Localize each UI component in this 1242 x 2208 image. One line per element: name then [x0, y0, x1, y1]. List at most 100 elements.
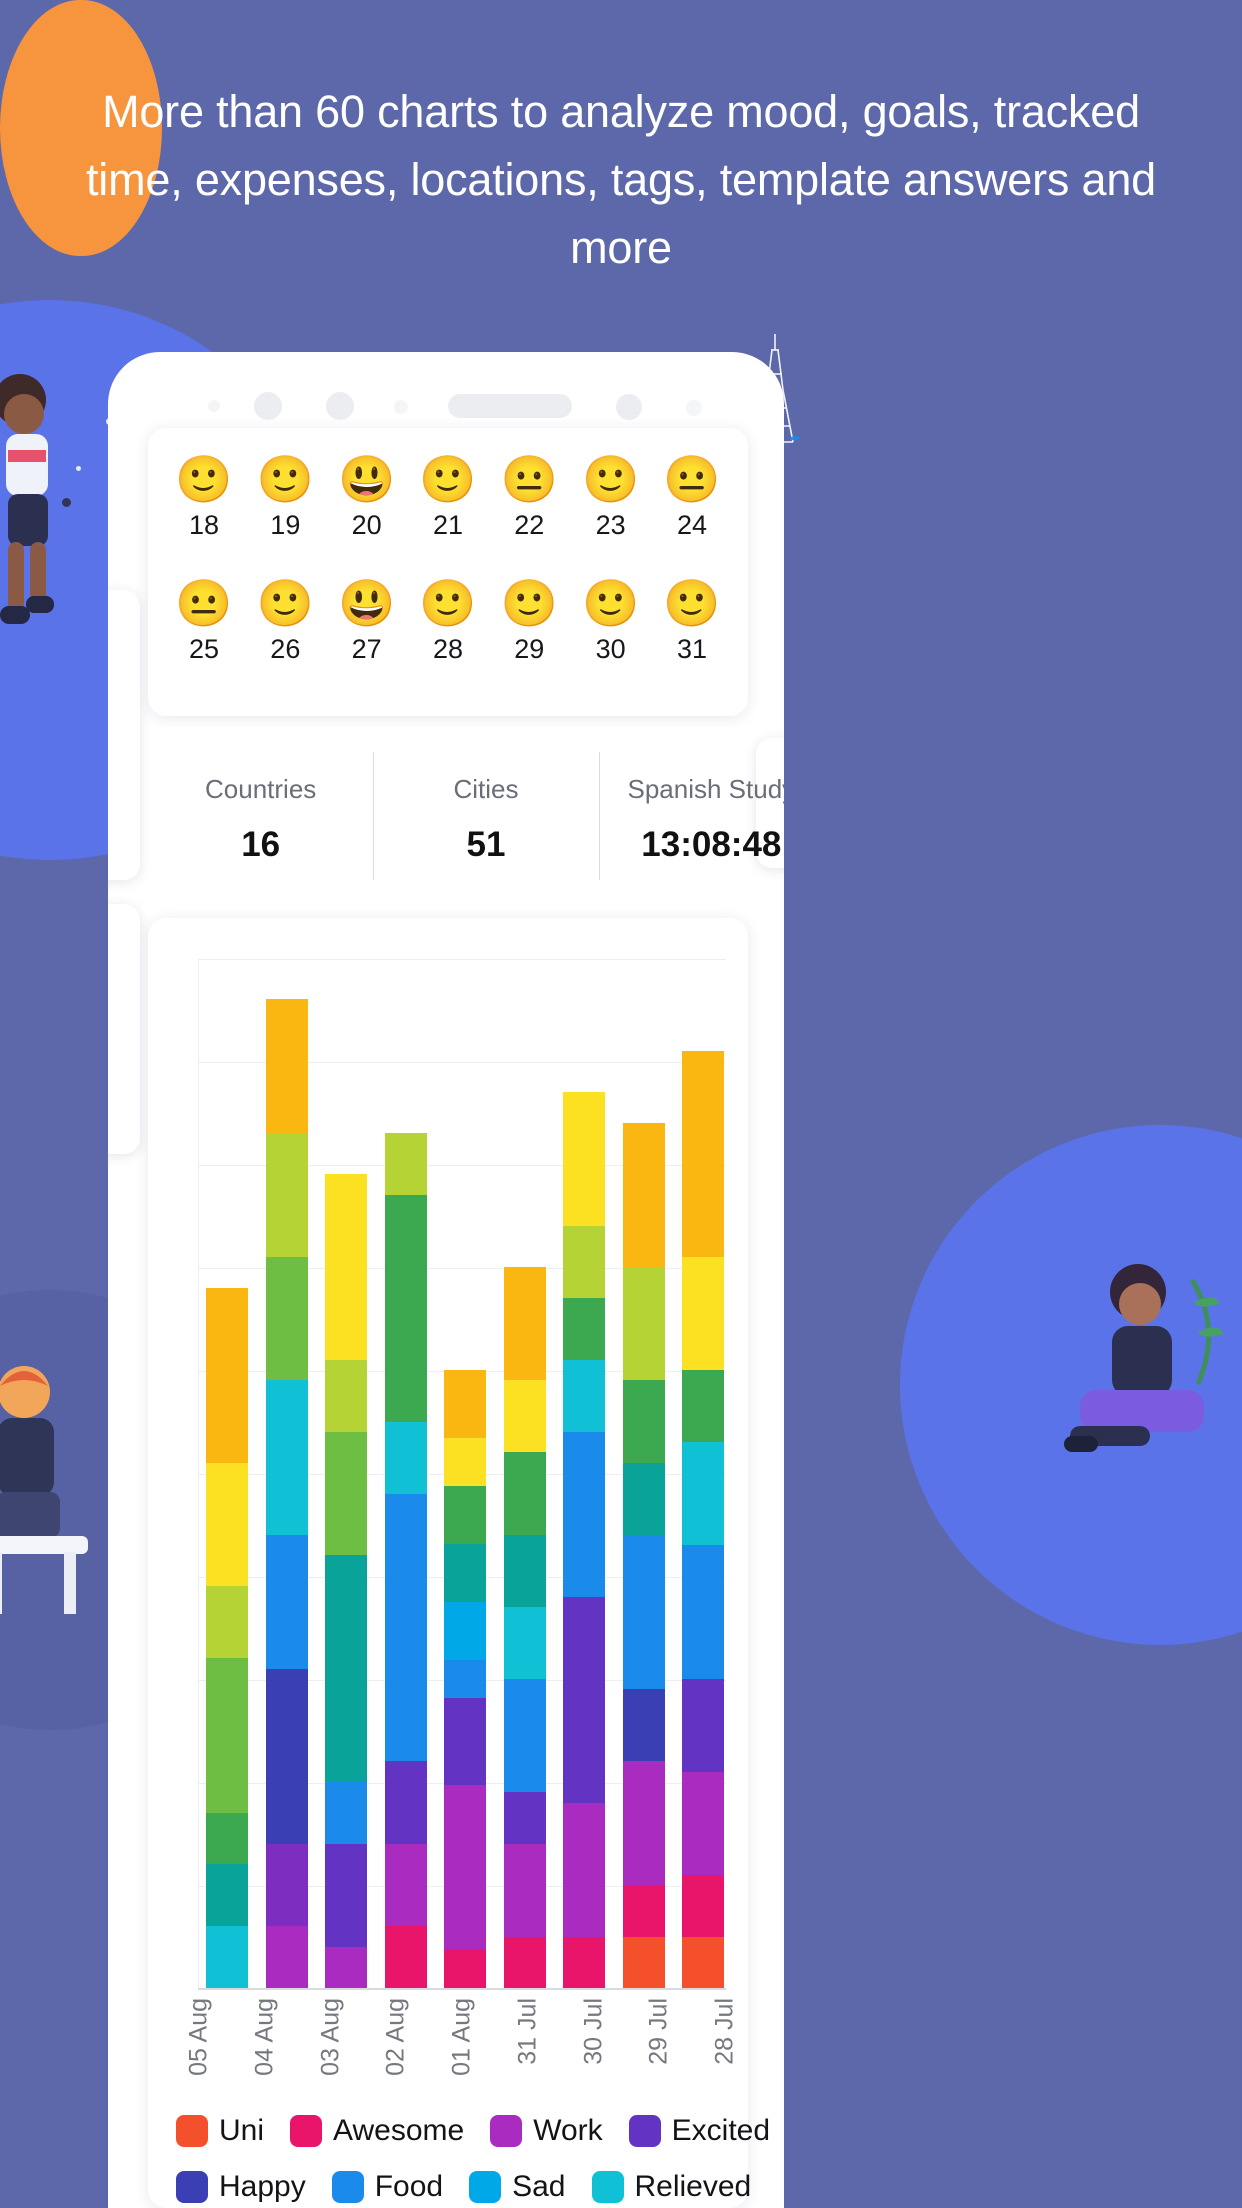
status-dot-medium [616, 394, 642, 420]
chart-x-tick-text: 02 Aug [381, 1998, 410, 2076]
grinning-big-eyes-face-icon: 😃 [338, 577, 396, 629]
chart-legend-item[interactable]: Sad [469, 2170, 566, 2204]
chart-bar[interactable] [622, 1122, 665, 1988]
chart-x-tick-label: 01 Aug [441, 1998, 483, 2108]
chart-bar-segment [503, 1679, 546, 1793]
stat-spanish-study[interactable]: Spanish Study 13:08:48 [598, 752, 784, 920]
chart-legend-item[interactable]: Excited [628, 2114, 770, 2148]
chart-bar-segment [503, 1380, 546, 1453]
mood-day-number: 21 [432, 510, 463, 540]
legend-color-swatch [331, 2171, 364, 2203]
mood-day-cell[interactable]: 🙂 23 [581, 452, 641, 541]
mood-day-cell[interactable]: 🙂 26 [255, 576, 315, 665]
slightly-smiling-face-icon: 🙂 [582, 453, 640, 505]
background-card-peek [108, 904, 140, 1154]
chart-bar-segment [325, 1946, 367, 1988]
chart-bar-segment [503, 1843, 546, 1937]
chart-bar-segment [563, 1802, 605, 1937]
mood-day-cell[interactable]: 🙂 18 [174, 452, 234, 541]
chart-bar[interactable] [325, 1174, 367, 1988]
legend-label: Uni [219, 2114, 265, 2147]
chart-bar-segment [325, 1359, 367, 1432]
chart-bar[interactable] [563, 1091, 605, 1988]
chart-bar-segment [444, 1601, 486, 1660]
chart-bar-segment [384, 1926, 427, 1988]
grinning-big-eyes-face-icon: 😃 [338, 453, 396, 505]
chart-bar-segment [682, 1370, 724, 1443]
chart-bar-segment [682, 1256, 724, 1371]
stat-label: Countries [205, 774, 317, 804]
chart-bar-segment [682, 1874, 724, 1937]
chart-bar-segment [563, 1359, 605, 1432]
chart-bar-segment [444, 1659, 486, 1699]
mood-day-cell[interactable]: 😐 22 [499, 452, 559, 541]
status-dot-small [208, 400, 220, 412]
mood-day-cell[interactable]: 😃 20 [337, 452, 397, 541]
chart-bar-segment [682, 1936, 724, 1988]
chart-bar[interactable] [682, 1050, 724, 1988]
chart-bar[interactable] [384, 1133, 427, 1988]
chart-bar-segment [384, 1194, 427, 1422]
status-dot-medium [326, 392, 354, 420]
chart-legend-item[interactable]: Happy [176, 2170, 306, 2204]
chart-bar-segment [325, 1174, 367, 1360]
chart-legend-item[interactable]: Food [331, 2170, 444, 2204]
mood-day-cell[interactable]: 🙂 28 [418, 576, 478, 665]
chart-bar-segment [682, 1442, 724, 1546]
chart-bar-segment [563, 1225, 605, 1298]
chart-x-tick-label: 04 Aug [244, 1998, 286, 2108]
chart-legend-item[interactable]: Work [490, 2114, 603, 2148]
chart-bar-segment [682, 1771, 724, 1875]
neutral-face-icon: 😐 [663, 453, 721, 505]
chart-legend-item[interactable]: Awesome [290, 2114, 464, 2148]
chart-bar-segment [206, 1812, 248, 1865]
chart-bar[interactable] [206, 1287, 248, 1988]
phone-status-bar [108, 386, 784, 422]
chart-bar-segment [265, 1256, 308, 1381]
chart-x-tick-labels: 05 Aug 04 Aug 03 Aug 02 Aug 01 Aug 31 Jul 30 J… [178, 1998, 746, 2108]
mood-day-cell[interactable]: 🙂 21 [418, 452, 478, 541]
legend-color-swatch [176, 2115, 208, 2147]
mood-day-cell[interactable]: 🙂 19 [255, 452, 315, 541]
mood-calendar-row: 🙂 18 🙂 19 😃 20 🙂 21 😐 22 🙂 23 😐 24 [148, 452, 748, 541]
mood-day-cell[interactable]: 🙂 30 [581, 576, 641, 665]
chart-x-tick-text: 30 Jul [579, 1998, 607, 2065]
mood-day-number: 27 [351, 634, 382, 664]
mood-day-number: 30 [595, 634, 626, 664]
phone-mockup: 🙂 18 🙂 19 😃 20 🙂 21 😐 22 🙂 23 😐 24 😐 25 🙂 26 😃 27 🙂 28 🙂 29 🙂 30… [108, 352, 784, 2208]
chart-bar-segment [444, 1543, 486, 1602]
chart-x-tick-text: 28 Jul [710, 1998, 739, 2065]
mood-day-cell[interactable]: 🙂 31 [662, 576, 722, 665]
chart-bar-segment [206, 1287, 248, 1463]
chart-bar[interactable] [265, 999, 308, 1988]
mood-day-number: 23 [595, 510, 626, 540]
stat-countries[interactable]: Countries 16 [148, 752, 373, 920]
chart-bar-segment [444, 1370, 486, 1438]
background-card-peek [108, 590, 140, 880]
mood-day-cell[interactable]: 🙂 29 [499, 576, 559, 665]
legend-label: Food [374, 2170, 444, 2203]
chart-legend-item[interactable]: Relieved [591, 2170, 751, 2204]
chart-bar[interactable] [503, 1267, 546, 1988]
mood-day-cell[interactable]: 😃 27 [337, 576, 397, 665]
legend-label: Sad [512, 2170, 566, 2203]
chart-bar-segment [444, 1437, 486, 1486]
chart-legend-item[interactable]: Uni [176, 2114, 264, 2148]
mood-day-cell[interactable]: 😐 25 [174, 576, 234, 665]
chart-x-tick-label: 05 Aug [178, 1998, 220, 2108]
chart-bar[interactable] [444, 1370, 486, 1988]
stat-value: 51 [466, 825, 506, 864]
chart-bar-segment [563, 1431, 605, 1597]
stat-value: 16 [241, 825, 281, 864]
mood-day-number: 18 [188, 510, 220, 540]
chart-x-tick-label: 03 Aug [310, 1998, 352, 2108]
chart-bar-segment [682, 1545, 724, 1680]
mood-day-cell[interactable]: 😐 24 [662, 452, 722, 541]
stat-cities[interactable]: Cities 51 [373, 752, 598, 920]
legend-label: Awesome [333, 2114, 465, 2147]
chart-bar-segment [325, 1782, 367, 1844]
legend-color-swatch [591, 2171, 624, 2203]
chart-bar-segment [384, 1133, 427, 1195]
chart-bar-segment [622, 1380, 665, 1463]
status-dot-small [686, 400, 702, 416]
